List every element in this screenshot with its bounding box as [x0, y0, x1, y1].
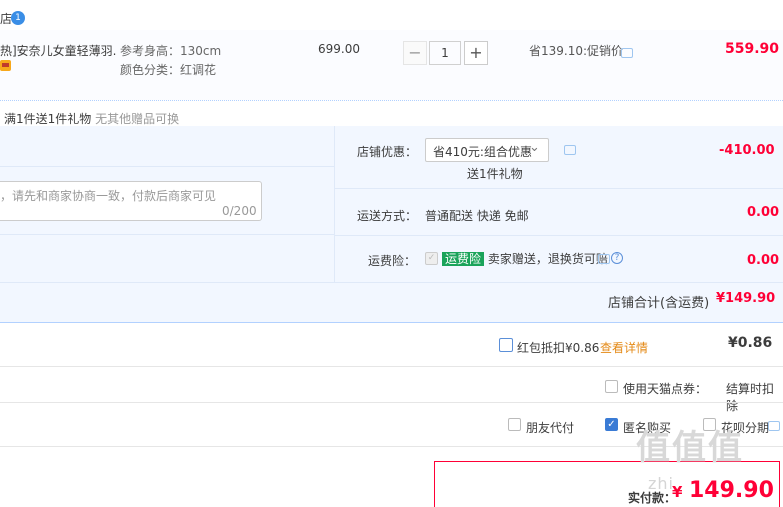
item-height: 参考身高：130cm [120, 44, 222, 58]
shipping-value: 普通配送 快递 免邮 [425, 209, 529, 223]
gift-promo-line: 满1件送1件礼物 无其他赠品可换 [4, 110, 179, 127]
insurance-desc: 卖家赠送，退换货可赔 [487, 252, 608, 266]
insurance-tag: 运费险 [442, 252, 485, 266]
item-title[interactable]: 热]安奈儿女童轻薄羽... [0, 42, 116, 59]
redpacket-label: 红包抵扣¥0.86 [517, 341, 600, 355]
watermark-text: 值值值 [636, 428, 744, 468]
shop-discount-select[interactable]: 省410元:组合优惠 ⌄ [425, 138, 549, 162]
shop-total-label: 店铺合计(含运费) [608, 296, 710, 311]
shop-discount-amount: -410.00 [719, 143, 775, 158]
plus-glyph: + [469, 43, 483, 62]
shop-total-amount: ¥149.90 [716, 291, 776, 306]
shop-gift-line: 送1件礼物 [467, 167, 523, 181]
shop-discount-label: 店铺优惠： [357, 145, 418, 159]
points-note: 结算时扣除 [726, 382, 775, 413]
coupon-card-icon [0, 60, 11, 71]
comment-bubble-icon[interactable] [564, 145, 576, 155]
promo-label: 省139.10:促销价 [529, 44, 624, 58]
watermark-sub: zhi [648, 474, 674, 493]
redpacket-checkbox[interactable] [499, 338, 513, 352]
quantity-input[interactable]: 1 [429, 41, 461, 65]
insurance-label: 运费险： [368, 254, 417, 268]
points-checkbox[interactable] [605, 380, 618, 393]
badge-icon: 1 [11, 11, 25, 25]
help-icon[interactable]: ? [611, 252, 623, 264]
insurance-checkbox: ✓ [425, 252, 438, 265]
comment-bubble-icon[interactable] [598, 254, 610, 264]
points-label: 使用天猫点券： [623, 382, 708, 396]
anonymous-checkbox[interactable]: ✓ [605, 418, 618, 431]
item-color: 颜色分类：红调花 [120, 63, 217, 77]
quantity-minus-button[interactable]: − [403, 41, 427, 65]
chevron-down-icon: ⌄ [529, 140, 540, 155]
redpacket-details-link[interactable]: 查看详情 [600, 339, 648, 356]
comment-bubble-icon[interactable] [621, 48, 633, 58]
shop-discount-selected: 省410元:组合优惠 [433, 145, 532, 159]
message-counter: 0/200 [222, 204, 257, 218]
comment-bubble-icon[interactable] [768, 421, 780, 431]
quantity-plus-button[interactable]: + [464, 41, 488, 65]
insurance-line: 运费险 卖家赠送，退换货可赔 [442, 250, 608, 267]
message-placeholder: ，请先和商家协商一致，付款后商家可见 [0, 189, 217, 203]
minus-glyph: − [408, 43, 422, 62]
friend-pay-label: 朋友代付 [526, 421, 575, 435]
item-subtotal: 559.90 [725, 41, 780, 57]
payment-amount: 149.90 [689, 478, 774, 503]
watermark-logo: 值值值 [636, 420, 744, 469]
order-item-row [0, 30, 783, 100]
shipping-label: 运送方式： [357, 209, 418, 223]
gift-title: 满1件送1件礼物 [4, 112, 92, 126]
insurance-amount: 0.00 [747, 253, 780, 268]
friend-pay-checkbox[interactable] [508, 418, 521, 431]
badge-count: 1 [15, 13, 21, 23]
redpacket-amount: ¥0.86 [728, 335, 773, 351]
gift-note: 无其他赠品可换 [95, 112, 180, 126]
shipping-amount: 0.00 [747, 205, 780, 220]
unit-price: 699.00 [318, 42, 360, 56]
